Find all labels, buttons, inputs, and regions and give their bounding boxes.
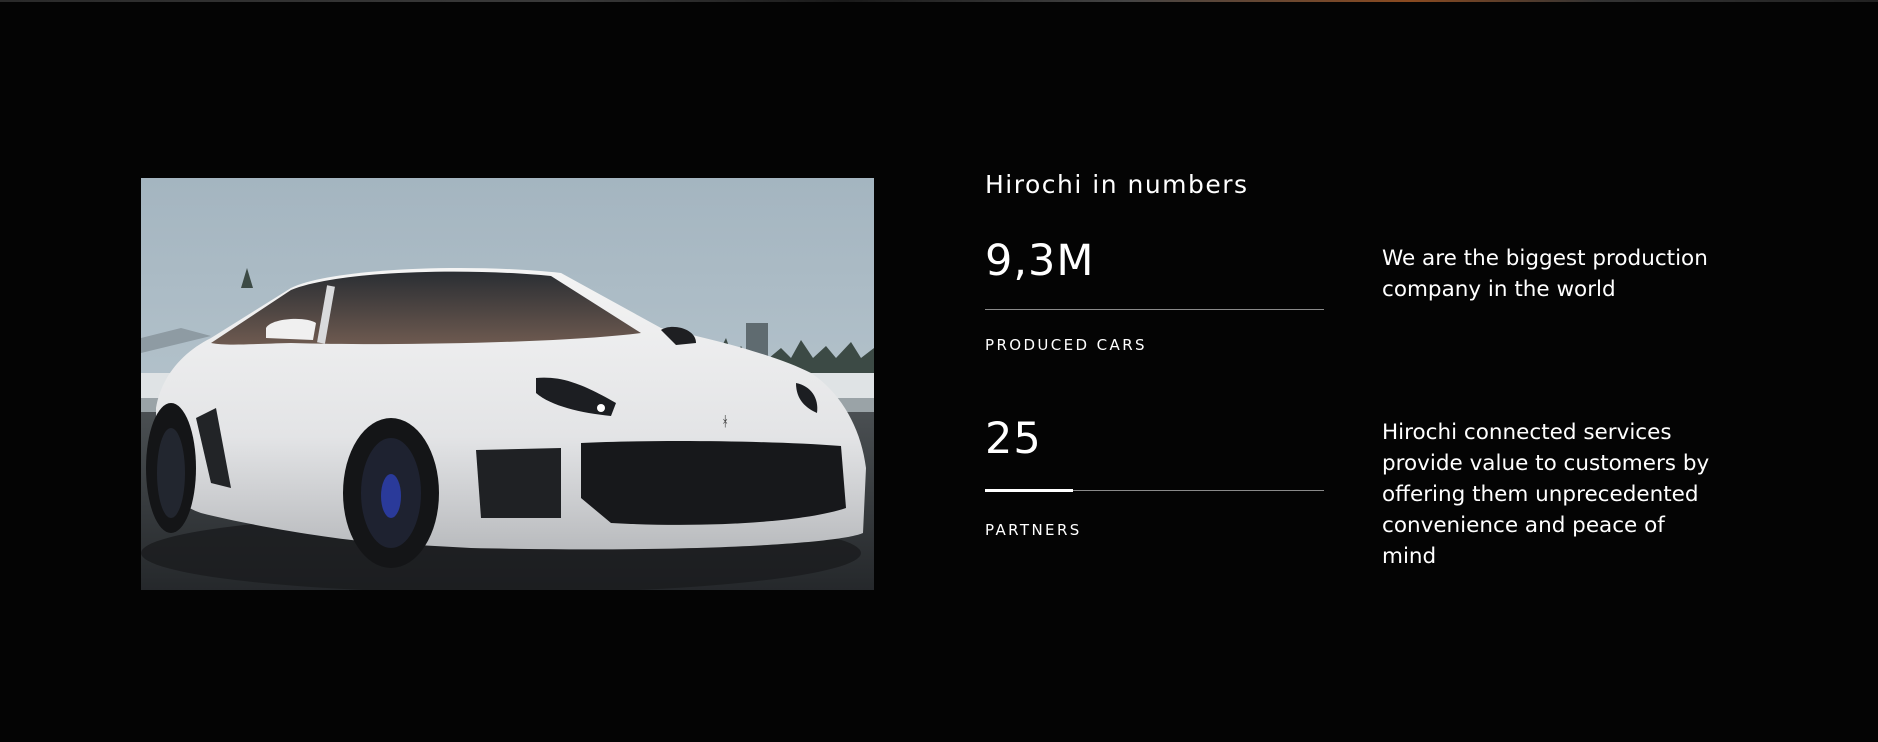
- stat-label: PRODUCED CARS: [985, 336, 1147, 354]
- stat-value: 25: [985, 414, 1042, 464]
- stat-progress-track: [985, 309, 1324, 310]
- car-photo: ᚼ: [141, 178, 874, 590]
- stat-progress-track: [985, 489, 1324, 492]
- numbers-section: ᚼ Hirochi in numbers 9,3M PRODUCED CARS …: [0, 0, 1878, 742]
- stat-partners: 25 PARTNERS: [985, 418, 1324, 539]
- svg-text:ᚼ: ᚼ: [721, 414, 729, 430]
- stat-description: We are the biggest production company in…: [1382, 246, 1708, 302]
- stat-description: Hirochi connected services provide value…: [1382, 420, 1710, 569]
- stat-progress-fill: [985, 489, 1074, 492]
- section-title: Hirochi in numbers: [985, 170, 1249, 199]
- previous-section-edge: [0, 0, 1878, 2]
- stat-value: 9,3M: [985, 236, 1095, 286]
- stat-label: PARTNERS: [985, 521, 1082, 539]
- stat-produced-cars: 9,3M PRODUCED CARS: [985, 240, 1324, 354]
